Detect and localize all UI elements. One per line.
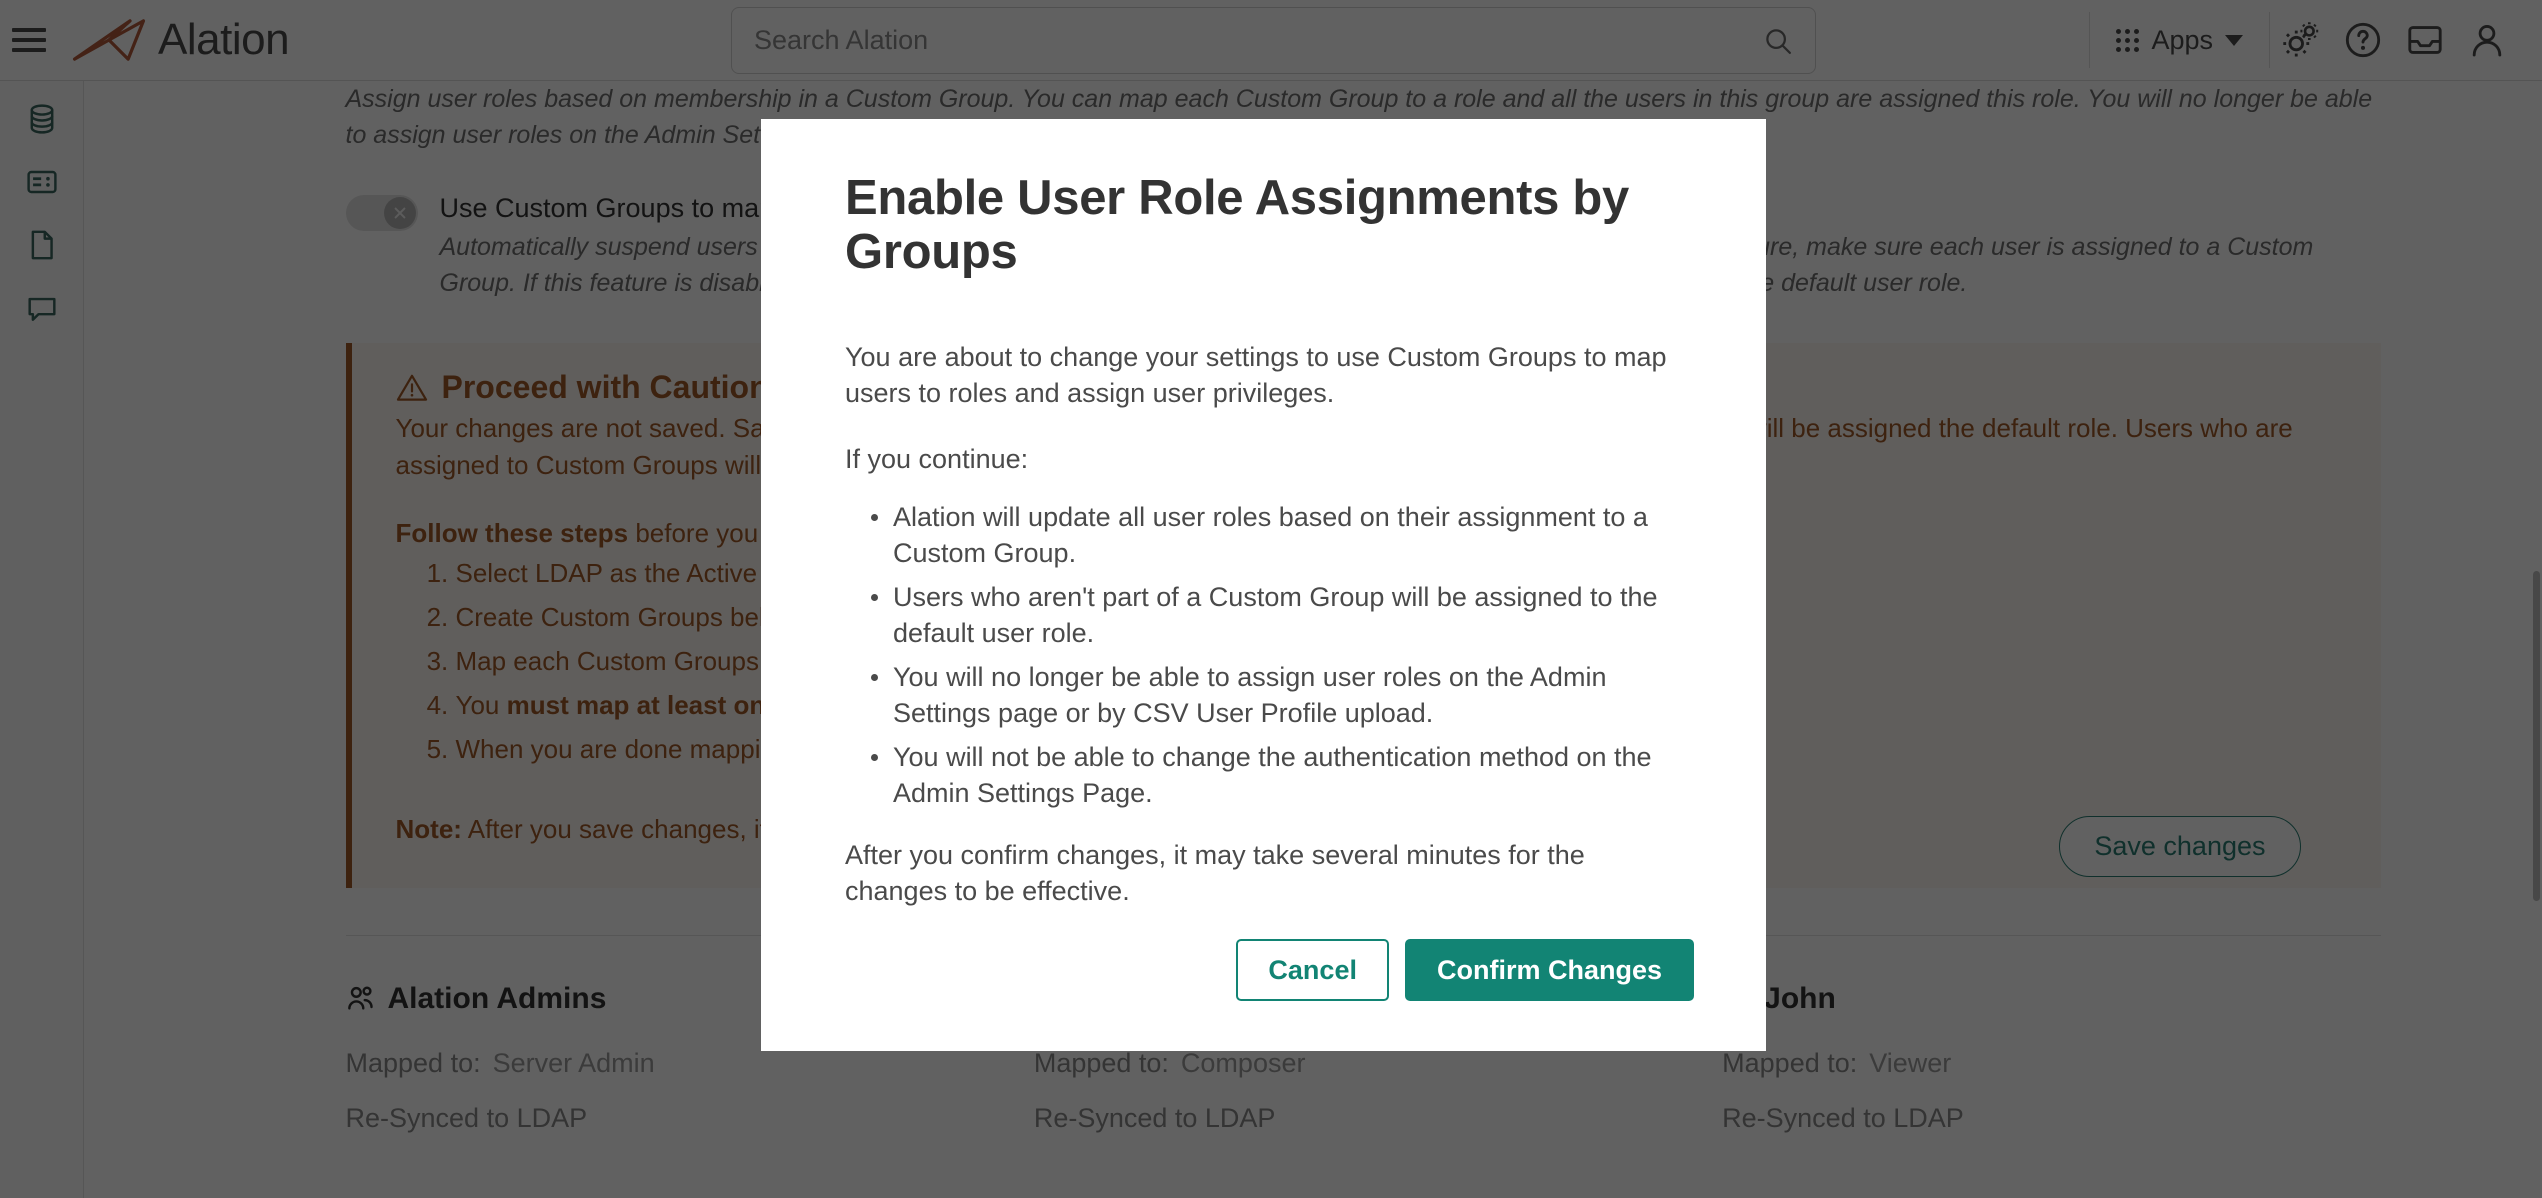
cancel-button[interactable]: Cancel <box>1236 939 1389 1001</box>
modal-footer: Cancel Confirm Changes <box>845 939 1694 1051</box>
modal-outro-text: After you confirm changes, it may take s… <box>845 840 1585 906</box>
modal-title: Enable User Role Assignments by Groups <box>845 171 1630 279</box>
modal-body: You are about to change your settings to… <box>845 339 1694 939</box>
modal-bullet-item: Users who aren't part of a Custom Group … <box>871 579 1694 651</box>
modal-bullet-item: Alation will update all user roles based… <box>871 499 1694 571</box>
confirm-changes-button[interactable]: Confirm Changes <box>1404 939 1694 1001</box>
modal-bullet-list: Alation will update all user roles based… <box>845 499 1694 811</box>
modal-bullet-item: You will not be able to change the authe… <box>871 739 1694 811</box>
modal-bullet-item: You will no longer be able to assign use… <box>871 659 1694 731</box>
modal-lead-in-text: If you continue: <box>845 444 1029 474</box>
modal-intro-text: You are about to change your settings to… <box>845 342 1667 408</box>
enable-role-assignments-modal: Enable User Role Assignments by Groups Y… <box>761 119 1766 1051</box>
